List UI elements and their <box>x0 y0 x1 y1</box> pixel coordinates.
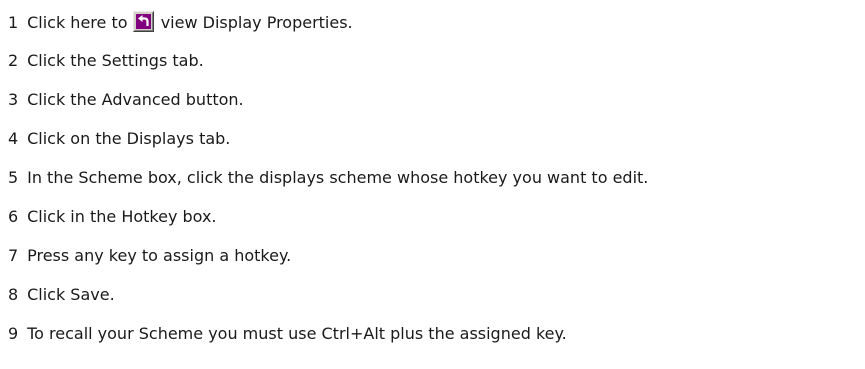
step-number: 4 <box>8 129 19 148</box>
step-text-after: view Display Properties. <box>160 13 353 32</box>
step-8: 8 Click Save. <box>8 284 115 306</box>
step-1: 1 Click here to view Display Properties. <box>8 11 353 33</box>
step-text: Click the Settings tab. <box>27 51 204 70</box>
step-number: 6 <box>8 207 19 226</box>
step-number: 2 <box>8 51 19 70</box>
step-9: 9 To recall your Scheme you must use Ctr… <box>8 323 567 345</box>
step-number: 8 <box>8 285 19 304</box>
step-number: 3 <box>8 90 19 109</box>
shortcut-arrow-icon-graphic <box>132 11 154 32</box>
step-text-before: Click here to <box>27 13 128 32</box>
step-number: 9 <box>8 324 19 343</box>
step-7: 7 Press any key to assign a hotkey. <box>8 245 291 267</box>
step-number: 5 <box>8 168 19 187</box>
step-5: 5 In the Scheme box, click the displays … <box>8 167 648 189</box>
shortcut-arrow-icon[interactable] <box>132 11 154 32</box>
step-2: 2 Click the Settings tab. <box>8 50 204 72</box>
step-3: 3 Click the Advanced button. <box>8 89 244 111</box>
step-text: Click Save. <box>27 285 115 304</box>
step-4: 4 Click on the Displays tab. <box>8 128 230 150</box>
step-text: In the Scheme box, click the displays sc… <box>27 168 649 187</box>
help-steps-list: 1 Click here to view Display Properties.… <box>0 0 865 369</box>
step-text: Click in the Hotkey box. <box>27 207 217 226</box>
step-text: To recall your Scheme you must use Ctrl+… <box>27 324 567 343</box>
step-number: 1 <box>8 13 19 32</box>
step-text: Click on the Displays tab. <box>27 129 231 148</box>
step-text: Click the Advanced button. <box>27 90 244 109</box>
step-6: 6 Click in the Hotkey box. <box>8 206 217 228</box>
step-number: 7 <box>8 246 19 265</box>
step-text: Press any key to assign a hotkey. <box>27 246 292 265</box>
